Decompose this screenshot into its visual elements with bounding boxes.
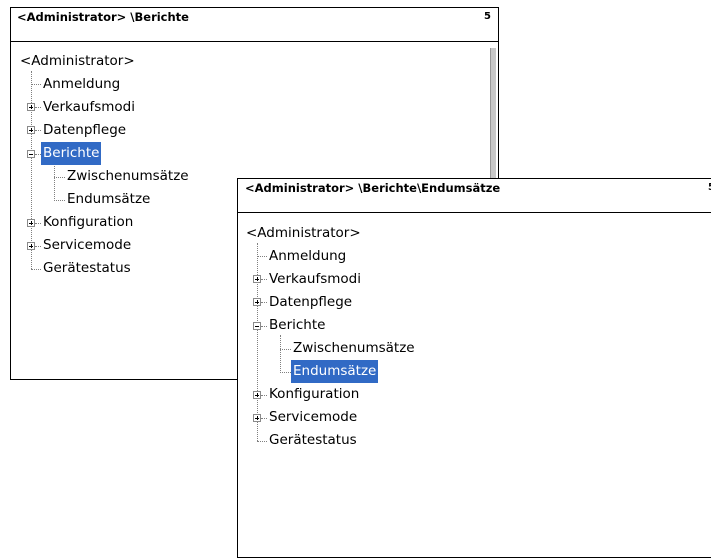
expand-icon[interactable] [27,219,35,227]
tree-item-servicemode[interactable]: Servicemode [41,234,133,257]
expand-icon[interactable] [253,391,261,399]
expand-icon[interactable] [253,414,261,422]
collapse-icon[interactable] [253,322,261,330]
tree-item-geraetestatus[interactable]: Gerätestatus [41,257,133,280]
tree-item-anmeldung[interactable]: Anmeldung [267,245,348,268]
tree-item-anmeldung[interactable]: Anmeldung [41,73,122,96]
tree-item-datenpflege[interactable]: Datenpflege [267,291,354,314]
window-title-bar: <Administrator> \Berichte 5 [11,8,498,42]
collapse-icon[interactable] [27,150,35,158]
tree-item-verkaufsmodi[interactable]: Verkaufsmodi [267,268,363,291]
tree-item-konfiguration[interactable]: Konfiguration [41,211,135,234]
expand-icon[interactable] [253,298,261,306]
tree-item-berichte[interactable]: Berichte [41,142,102,165]
tree-root[interactable]: <Administrator> [18,50,137,73]
tree-item-berichte[interactable]: Berichte [267,314,327,337]
tree-item-verkaufsmodi[interactable]: Verkaufsmodi [41,96,137,119]
expand-icon[interactable] [27,242,35,250]
tree-window-endumsaetze: <Administrator> \Berichte\Endumsätze 5 <… [237,178,711,558]
window-number: 5 [484,11,491,22]
tree-item-servicemode[interactable]: Servicemode [267,406,359,429]
window-title: <Administrator> \Berichte [17,10,189,24]
tree-item-endumsaetze[interactable]: Endumsätze [65,188,152,211]
tree-item-konfiguration[interactable]: Konfiguration [267,383,361,406]
tree-item-geraetestatus[interactable]: Gerätestatus [267,429,359,452]
expand-icon[interactable] [253,275,261,283]
tree-item-zwischenumsaetze[interactable]: Zwischenumsätze [65,165,191,188]
tree-root[interactable]: <Administrator> [244,222,363,245]
window-title: <Administrator> \Berichte\Endumsätze [245,181,501,195]
tree-item-endumsaetze[interactable]: Endumsätze [291,360,379,383]
expand-icon[interactable] [27,126,35,134]
window-title-bar: <Administrator> \Berichte\Endumsätze 5 [238,179,711,213]
tree-item-zwischenumsaetze[interactable]: Zwischenumsätze [291,337,417,360]
tree-item-datenpflege[interactable]: Datenpflege [41,119,128,142]
expand-icon[interactable] [27,103,35,111]
